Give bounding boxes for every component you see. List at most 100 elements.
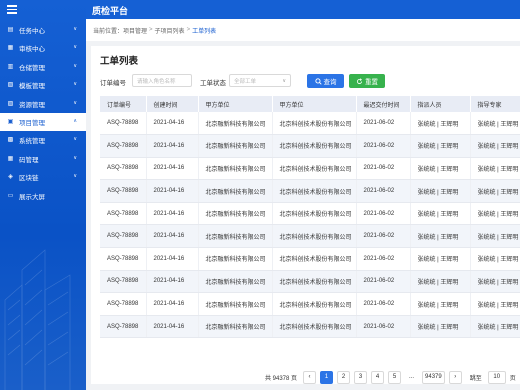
table-row[interactable]: ASQ-78898 2021-04-16 北京融新科技有限公司 北京科创技术股份有限公… — [100, 112, 520, 136]
table-cell: ASQ-78898 — [100, 179, 147, 203]
reset-button-label: 重置 — [365, 79, 378, 86]
sidebar: ▤ 任务中心 ∨ ▦ 审核中心 ∨ ▥ 仓储管理 ∨ ▧ 模板管理 ∨ ▨ 资源管理 ∨ ▣ 项目管理 ∧ ▩ 系统管… — [0, 0, 86, 390]
table-cell: 2021-04-16 — [146, 112, 199, 136]
table-cell: 2021-06-02 — [356, 315, 411, 339]
table-cell: 2021-04-16 — [146, 179, 199, 203]
table-cell: 张统统 | 王辉明 — [410, 112, 471, 136]
page-number-list: 1 2 3 4 5... 94379 — [320, 370, 449, 384]
table-cell: 张统统 | 王辉明 — [410, 157, 471, 181]
table-row[interactable]: ASQ-78898 2021-04-16 北京融新科技有限公司 北京科创技术股份有限公… — [100, 292, 520, 316]
next-page-button[interactable]: › — [448, 370, 462, 384]
table-cell: 张统统 | 王辉明 — [470, 134, 520, 158]
page-title: 工单列表 — [100, 56, 139, 67]
table-cell: 2021-06-02 — [356, 224, 411, 249]
table-cell: 北京融新科技有限公司 — [198, 270, 273, 294]
breadcrumb-item-project[interactable]: 项目管理 — [123, 26, 147, 35]
sidebar-item-5[interactable]: ▣ 项目管理 ∧ — [0, 113, 86, 131]
table-cell: 张统统 | 王辉明 — [410, 247, 471, 271]
table-row[interactable]: ASQ-78898 2021-04-16 北京融新科技有限公司 北京科创技术股份有限公… — [100, 134, 520, 158]
table-cell: 2021-04-16 — [146, 315, 199, 339]
table-cell: 北京科创技术股份有限公司 — [272, 270, 357, 294]
sidebar-item-9[interactable]: ▭ 展示大屏 — [0, 187, 86, 205]
page-number-button[interactable]: 4 — [371, 370, 385, 384]
table-cell: 北京科创技术股份有限公司 — [272, 157, 357, 181]
table-cell: ASQ-78898 — [100, 315, 147, 339]
column-header: 最迟交付时间 — [356, 96, 411, 112]
sidebar-item-1[interactable]: ▦ 审核中心 ∨ — [0, 39, 86, 57]
sidebar-item-label: 审核中心 — [19, 46, 45, 54]
table-row[interactable]: ASQ-78898 2021-04-16 北京融新科技有限公司 北京科创技术股份有限公… — [100, 315, 520, 339]
audit-icon: ▦ — [7, 45, 14, 52]
project-icon: ▣ — [7, 119, 14, 125]
chevron-down-icon: ∨ — [73, 99, 77, 106]
table-cell: 2021-04-16 — [146, 134, 199, 158]
table-row[interactable]: ASQ-78898 2021-04-16 北京融新科技有限公司 北京科创技术股份有限公… — [100, 157, 520, 181]
table-cell: 2021-06-02 — [356, 157, 411, 181]
sidebar-item-label: 项目管理 — [19, 120, 45, 127]
table-cell: 北京融新科技有限公司 — [198, 179, 273, 203]
task-icon: ▤ — [7, 27, 14, 33]
chevron-right-icon: › — [454, 374, 457, 380]
sidebar-item-0[interactable]: ▤ 任务中心 ∨ — [0, 21, 86, 39]
search-icon — [314, 77, 322, 85]
table-cell: 北京融新科技有限公司 — [198, 292, 273, 316]
table-cell: 北京科创技术股份有限公司 — [272, 247, 357, 271]
chevron-down-icon: ∨ — [73, 136, 77, 143]
table-cell: 北京融新科技有限公司 — [198, 134, 273, 158]
blockchain-icon: ◈ — [8, 174, 13, 181]
app-title: 质检平台 — [92, 6, 129, 16]
jump-page-input[interactable]: 10 — [487, 370, 506, 384]
order-no-input[interactable]: 请输入角色名称 — [132, 74, 192, 87]
resource-icon: ▨ — [7, 100, 14, 107]
sidebar-item-4[interactable]: ▨ 资源管理 ∨ — [0, 95, 86, 113]
page-number-button[interactable]: 1 — [320, 370, 334, 384]
status-select[interactable]: 全部工单 ∨ — [229, 74, 291, 87]
page-number-button[interactable]: 3 — [354, 370, 368, 384]
query-button-label: 查询 — [323, 79, 337, 86]
table-cell: ASQ-78898 — [100, 292, 147, 316]
table-row[interactable]: ASQ-78898 2021-04-16 北京融新科技有限公司 北京科创技术股份有限公… — [100, 224, 520, 249]
jump-page-value: 10 — [493, 374, 501, 380]
sidebar-item-8[interactable]: ◈ 区块链 ∨ — [0, 168, 86, 186]
table-row[interactable]: ASQ-78898 2021-04-16 北京融新科技有限公司 北京科创技术股份有限公… — [100, 179, 520, 203]
building-background-image — [4, 249, 71, 390]
sidebar-item-label: 区块链 — [19, 175, 39, 183]
menu-toggle-icon[interactable] — [7, 5, 17, 14]
table-cell: 2021-04-16 — [146, 224, 199, 249]
table-cell: ASQ-78898 — [100, 134, 147, 158]
work-order-table: 订单编号 创建时间 甲方单位 甲方单位 最迟交付时间 指派人员 指导专家 ASQ-78898… — [100, 96, 520, 339]
table-cell: 2021-04-16 — [146, 157, 199, 181]
table-row[interactable]: ASQ-78898 2021-04-16 北京融新科技有限公司 北京科创技术股份有限公… — [100, 247, 520, 271]
sidebar-item-label: 仓储管理 — [19, 64, 45, 72]
table-cell: 2021-04-16 — [146, 202, 199, 226]
table-cell: 北京融新科技有限公司 — [198, 315, 273, 339]
table-cell: ASQ-78898 — [100, 224, 147, 249]
table-row[interactable]: ASQ-78898 2021-04-16 北京融新科技有限公司 北京科创技术股份有限公… — [100, 270, 520, 294]
breadcrumb-separator: > — [149, 27, 153, 33]
table-row[interactable]: ASQ-78898 2021-04-16 北京融新科技有限公司 北京科创技术股份有限公… — [100, 202, 520, 226]
table-cell: 北京融新科技有限公司 — [198, 247, 273, 271]
column-header: 指导专家 — [470, 96, 520, 112]
sidebar-item-2[interactable]: ▥ 仓储管理 ∨ — [0, 58, 86, 76]
reset-button[interactable]: 重置 — [349, 74, 385, 88]
page-number-button[interactable]: 2 — [337, 370, 351, 384]
sidebar-item-6[interactable]: ▩ 系统管理 ∨ — [0, 131, 86, 149]
pagination-total: 共 94378 页 — [265, 375, 298, 382]
table-cell: 北京融新科技有限公司 — [198, 157, 273, 181]
sidebar-item-7[interactable]: ▦ 码管理 ∨ — [0, 150, 86, 168]
table-cell: ASQ-78898 — [100, 157, 147, 181]
prev-page-button[interactable]: ‹ — [303, 370, 317, 384]
column-header: 甲方单位 — [272, 96, 357, 112]
page-number-button[interactable]: 94379 — [422, 370, 445, 384]
sidebar-item-label: 任务中心 — [19, 28, 45, 35]
table-cell: 张统统 | 王辉明 — [410, 134, 471, 158]
breadcrumb-item-subproject[interactable]: 子项目列表 — [155, 26, 185, 35]
table-body: ASQ-78898 2021-04-16 北京融新科技有限公司 北京科创技术股份有限公… — [100, 112, 520, 339]
sidebar-item-3[interactable]: ▧ 模板管理 ∨ — [0, 76, 86, 94]
table-cell: 张统统 | 王辉明 — [470, 112, 520, 136]
chevron-down-icon: ∨ — [73, 62, 77, 69]
page-number-button[interactable]: 5 — [388, 370, 402, 384]
sidebar-item-label: 系统管理 — [19, 138, 45, 146]
content-card: 工单列表 订单编号 请输入角色名称 工单状态 全部工单 ∨ 查询 重置 订单编号… — [91, 46, 520, 384]
query-button[interactable]: 查询 — [307, 74, 344, 88]
